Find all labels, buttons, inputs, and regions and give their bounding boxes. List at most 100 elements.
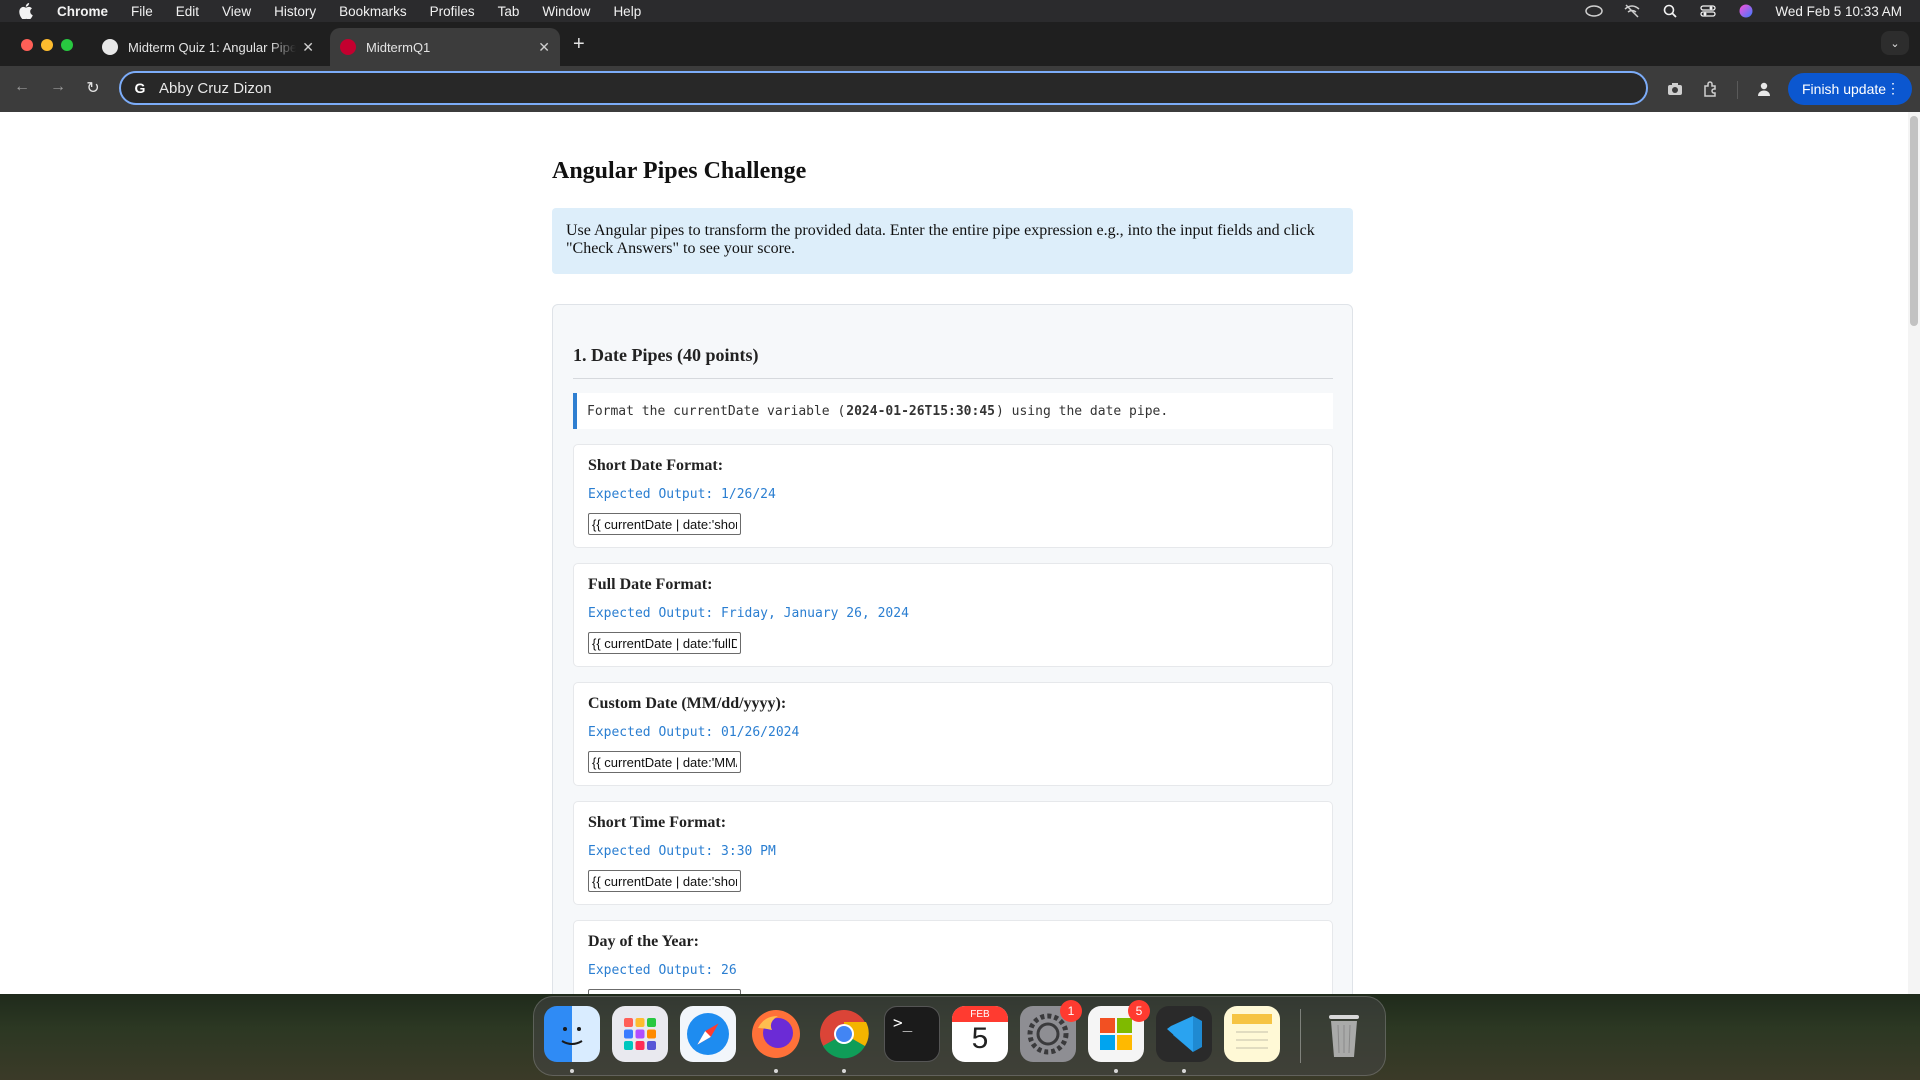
forward-arrow-icon[interactable]: → <box>47 78 69 96</box>
question-label: Short Time Format: <box>588 814 727 831</box>
answer-input[interactable] <box>588 513 741 535</box>
expected-output: Expected Output: 01/26/2024 <box>588 725 800 740</box>
section-divider <box>573 378 1333 379</box>
creative-cloud-icon[interactable] <box>1585 4 1604 18</box>
profile-avatar-icon[interactable] <box>1754 79 1774 99</box>
dock-divider <box>1300 1009 1301 1063</box>
menu-history[interactable]: History <box>274 4 316 19</box>
apple-menu-icon[interactable] <box>19 3 37 19</box>
tab-search-chevron-icon[interactable]: ⌄ <box>1881 31 1909 55</box>
trash-icon[interactable] <box>1316 1006 1372 1062</box>
tab-close-icon[interactable]: ✕ <box>538 39 550 56</box>
browser-toolbar: ← → ↻ G Finish update ⋮ <box>0 66 1920 112</box>
launchpad-icon[interactable] <box>612 1006 668 1062</box>
question-label: Day of the Year: <box>588 933 699 950</box>
instruction-suffix: ) using the date pipe. <box>996 403 1169 419</box>
finder-icon[interactable] <box>544 1006 600 1062</box>
calendar-day: 5 <box>971 1022 989 1055</box>
firefox-icon[interactable] <box>748 1006 804 1062</box>
calendar-icon[interactable]: FEB 5 <box>952 1006 1008 1062</box>
tab-close-icon[interactable]: ✕ <box>302 39 314 56</box>
expected-output: Expected Output: 3:30 PM <box>588 844 776 859</box>
window-minimize-button[interactable] <box>41 39 53 51</box>
google-g-icon: G <box>134 80 146 96</box>
scrollbar-thumb[interactable] <box>1910 116 1918 326</box>
more-vert-icon[interactable]: ⋮ <box>1886 81 1900 95</box>
expected-output: Expected Output: 1/26/24 <box>588 487 776 502</box>
new-tab-plus-icon[interactable]: + <box>573 34 585 54</box>
control-center-icon[interactable] <box>1699 4 1717 18</box>
question-card-short-date: Short Date Format: Expected Output: 1/26… <box>573 444 1333 548</box>
tab-midterm-quiz[interactable]: Midterm Quiz 1: Angular Pipes ✕ <box>92 28 324 66</box>
extensions-puzzle-icon[interactable] <box>1701 79 1721 99</box>
menu-edit[interactable]: Edit <box>176 4 199 19</box>
date-pipes-section: 1. Date Pipes (40 points) Format the cur… <box>552 304 1353 994</box>
menu-profiles[interactable]: Profiles <box>430 4 475 19</box>
web-page: Angular Pipes Challenge Use Angular pipe… <box>0 112 1908 994</box>
page-scrollbar[interactable] <box>1908 112 1920 994</box>
expected-output: Expected Output: Friday, January 26, 202… <box>588 606 909 621</box>
download-badge: 5 <box>1128 1000 1150 1022</box>
vscode-icon[interactable] <box>1156 1006 1212 1062</box>
system-settings-icon[interactable]: 1 <box>1020 1000 1082 1062</box>
back-arrow-icon[interactable]: ← <box>11 78 33 96</box>
section-instruction: Format the currentDate variable (2024-01… <box>573 393 1333 429</box>
tab-midtermq1[interactable]: MidtermQ1 ✕ <box>330 28 560 66</box>
answer-input[interactable] <box>588 632 741 654</box>
dock: >_ FEB 5 1 5 <box>533 996 1386 1076</box>
answer-input[interactable] <box>588 870 741 892</box>
angular-favicon-icon <box>340 39 356 55</box>
question-card-day-of-year: Day of the Year: Expected Output: 26 <box>573 920 1333 994</box>
running-indicator <box>774 1069 778 1073</box>
menu-help[interactable]: Help <box>613 4 641 19</box>
instruction-prefix: Format the currentDate variable ( <box>587 403 846 419</box>
tab-strip: Midterm Quiz 1: Angular Pipes ✕ MidtermQ… <box>0 22 1920 66</box>
app-store-download-icon[interactable]: 5 <box>1088 1000 1150 1062</box>
terminal-icon[interactable]: >_ <box>884 1006 940 1062</box>
running-indicator <box>1114 1069 1118 1073</box>
expected-output: Expected Output: 26 <box>588 963 737 978</box>
question-card-custom-date: Custom Date (MM/dd/yyyy): Expected Outpu… <box>573 682 1333 786</box>
quiz-favicon-icon <box>102 39 118 55</box>
question-card-full-date: Full Date Format: Expected Output: Frida… <box>573 563 1333 667</box>
menu-view[interactable]: View <box>222 4 251 19</box>
reload-icon[interactable]: ↻ <box>82 78 104 98</box>
wifi-off-icon[interactable] <box>1623 4 1641 18</box>
chrome-icon[interactable] <box>816 1006 872 1062</box>
question-label: Custom Date (MM/dd/yyyy): <box>588 695 787 712</box>
toolbar-divider <box>1737 81 1738 99</box>
address-bar[interactable]: G <box>119 71 1648 105</box>
safari-icon[interactable] <box>680 1006 736 1062</box>
section-title: 1. Date Pipes (40 points) <box>573 345 759 365</box>
running-indicator <box>842 1069 846 1073</box>
menu-app-name[interactable]: Chrome <box>57 4 108 19</box>
menu-window[interactable]: Window <box>542 4 590 19</box>
menubar-clock[interactable]: Wed Feb 5 10:33 AM <box>1775 4 1902 19</box>
finish-update-button[interactable]: Finish update ⋮ <box>1788 73 1912 105</box>
spotlight-search-icon[interactable] <box>1661 4 1679 18</box>
question-label: Short Date Format: <box>588 457 724 474</box>
siri-icon[interactable] <box>1737 4 1755 18</box>
calendar-month: FEB <box>952 1006 1008 1022</box>
tab-title: MidtermQ1 <box>366 39 431 55</box>
window-close-button[interactable] <box>21 39 33 51</box>
settings-badge: 1 <box>1060 1000 1082 1022</box>
notes-icon[interactable] <box>1224 1006 1280 1062</box>
answer-input[interactable] <box>588 751 741 773</box>
page-title: Angular Pipes Challenge <box>552 158 807 184</box>
tab-title: Midterm Quiz 1: Angular Pipes <box>128 39 296 55</box>
instructions-box: Use Angular pipes to transform the provi… <box>552 208 1353 274</box>
menu-bookmarks[interactable]: Bookmarks <box>339 4 407 19</box>
address-input[interactable] <box>159 79 1559 97</box>
running-indicator <box>1182 1069 1186 1073</box>
menu-tab[interactable]: Tab <box>498 4 520 19</box>
question-card-short-time: Short Time Format: Expected Output: 3:30… <box>573 801 1333 905</box>
question-label: Full Date Format: <box>588 576 713 593</box>
camera-icon[interactable] <box>1665 79 1685 99</box>
menu-file[interactable]: File <box>131 4 153 19</box>
finish-update-label: Finish update <box>1802 81 1887 97</box>
window-zoom-button[interactable] <box>61 39 73 51</box>
menu-bar: Chrome File Edit View History Bookmarks … <box>0 0 1920 22</box>
instruction-date-value: 2024-01-26T15:30:45 <box>846 403 995 419</box>
running-indicator <box>570 1069 574 1073</box>
